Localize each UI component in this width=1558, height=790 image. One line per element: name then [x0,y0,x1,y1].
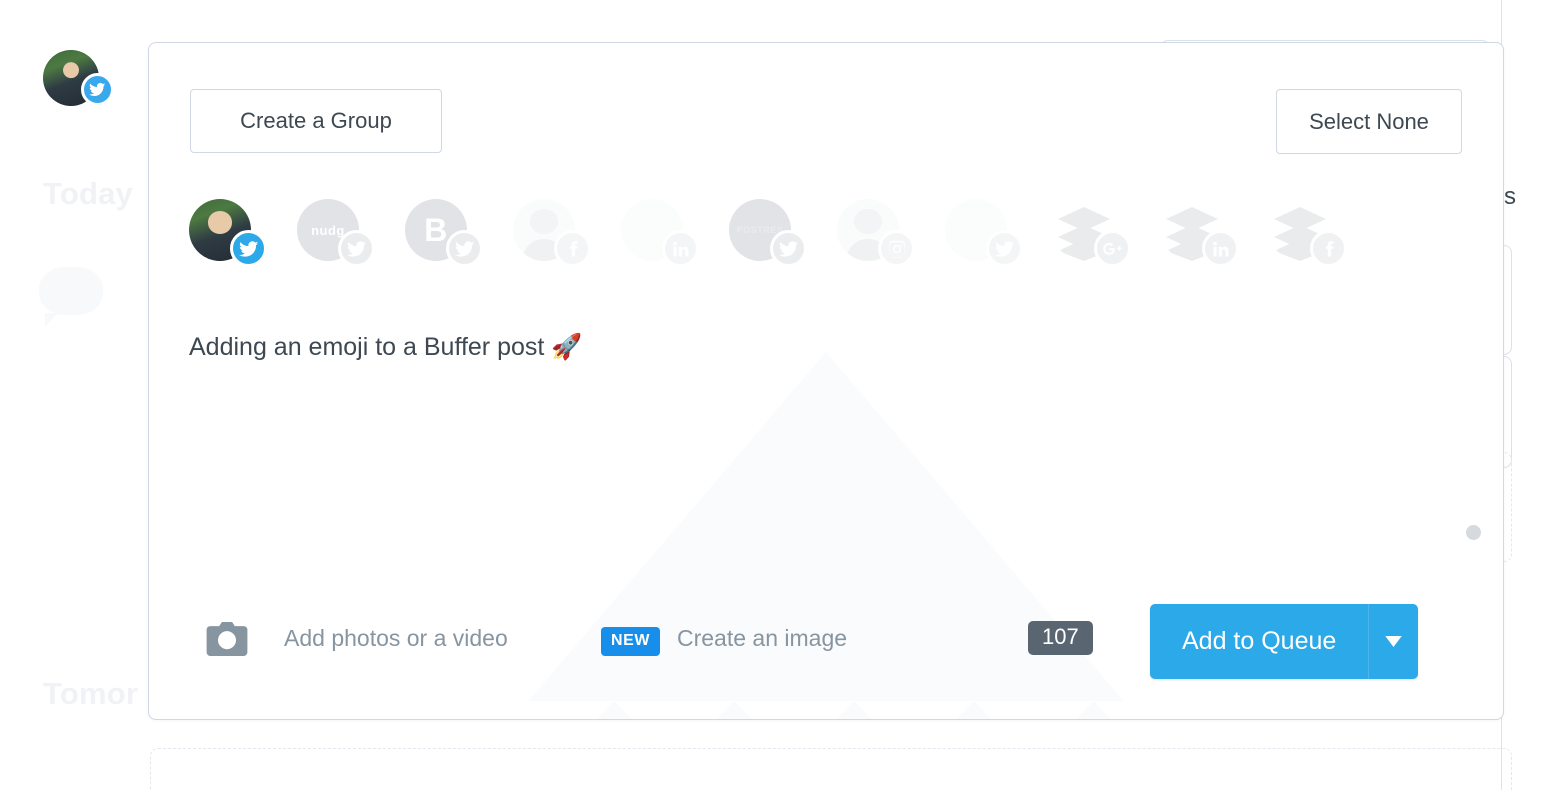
speech-bubble-icon [39,267,103,315]
profile-avatar-person-glasses[interactable] [945,199,1007,261]
chevron-down-icon[interactable] [1369,604,1418,679]
profile-avatar-person-light[interactable] [621,199,683,261]
create-image-link[interactable]: Create an image [677,625,847,652]
composer-toolbar: Add photos or a video NEW Create an imag… [149,599,1503,719]
composer-card: Create a Group Select None nudg [148,42,1504,720]
twitter-icon [770,230,807,267]
add-to-queue-split-button: Add to Queue [1150,604,1418,679]
twitter-icon [986,230,1023,267]
background-day-label-today: Today [43,176,133,212]
background-day-label-tomorrow: Tomor [43,676,138,712]
facebook-icon [1310,230,1347,267]
background-edge-text: s [1504,183,1516,211]
twitter-icon [81,73,114,106]
camera-icon[interactable] [206,622,248,656]
new-feature-badge: NEW [601,627,660,656]
character-counter: 107 [1028,621,1093,655]
profile-avatar-nudg[interactable]: nudg [297,199,359,261]
add-to-queue-button[interactable]: Add to Queue [1150,604,1368,679]
profile-avatar-buffer-stack-1[interactable] [1053,199,1115,261]
add-media-link[interactable]: Add photos or a video [284,625,508,652]
create-group-button[interactable]: Create a Group [190,89,442,153]
facebook-icon [554,230,591,267]
instagram-icon [878,230,915,267]
twitter-icon [446,230,483,267]
profile-avatar-person-bw-2[interactable] [837,199,899,261]
linkedin-icon [662,230,699,267]
composer-text-input[interactable]: Adding an emoji to a Buffer post 🚀 [189,331,582,365]
profile-avatar-buffer-stack-3[interactable] [1269,199,1331,261]
select-none-button[interactable]: Select None [1276,89,1462,154]
app-root: Today Tomor s Create a Group Select None [0,0,1558,790]
twitter-icon [230,230,267,267]
googleplus-icon [1094,230,1131,267]
background-panel-dashed-bottom [150,748,1512,790]
profile-avatar-person-bw[interactable] [513,199,575,261]
profile-selector-row: nudg B [189,199,1331,271]
profile-avatar-postres[interactable]: POSTRES [729,199,791,261]
twitter-icon [338,230,375,267]
profile-avatar-buffer-stack-2[interactable] [1161,199,1223,261]
linkedin-icon [1202,230,1239,267]
profile-avatar-buffer-b[interactable]: B [405,199,467,261]
profile-avatar-personal-photo[interactable] [189,199,251,261]
composer-resize-handle[interactable] [1466,525,1481,540]
